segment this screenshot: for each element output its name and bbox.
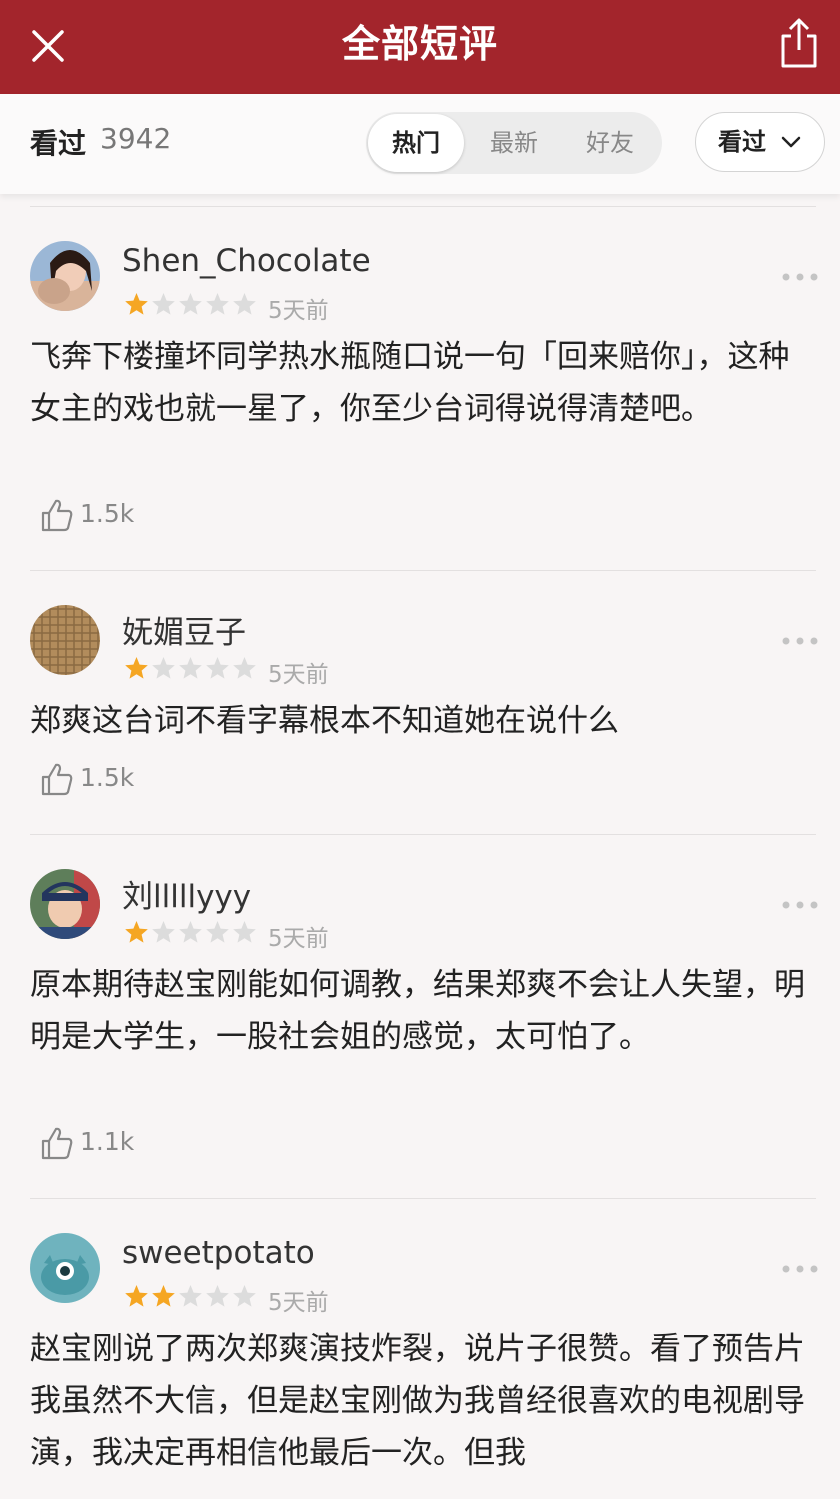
review-date: 5天前: [268, 926, 329, 952]
star-empty-icon: [178, 656, 203, 680]
review-item: Shen_Chocolate 5天前 飞奔下楼撞坏同学热水瓶随口说一句「回来赔你…: [0, 207, 840, 570]
top-bar: 全部短评: [0, 0, 840, 94]
share-icon[interactable]: [778, 16, 820, 70]
like-count: 1.5k: [80, 763, 135, 792]
tab-latest[interactable]: 最新: [466, 112, 562, 174]
thumbs-up-icon: [41, 763, 73, 796]
more-icon[interactable]: [780, 271, 820, 283]
tab-hot[interactable]: 热门: [368, 114, 464, 172]
star-empty-icon: [232, 656, 257, 680]
star-filled-icon: [124, 1284, 149, 1308]
thumbs-up-icon: [41, 1127, 73, 1160]
rating-stars: [124, 292, 259, 316]
more-icon[interactable]: [780, 899, 820, 911]
review-list: Shen_Chocolate 5天前 飞奔下楼撞坏同学热水瓶随口说一句「回来赔你…: [0, 206, 840, 1499]
star-empty-icon: [232, 920, 257, 944]
avatar[interactable]: [30, 241, 100, 311]
star-empty-icon: [178, 292, 203, 316]
star-filled-icon: [151, 1284, 176, 1308]
star-empty-icon: [151, 920, 176, 944]
review-date: 5天前: [268, 662, 329, 688]
username[interactable]: 妩媚豆子: [122, 607, 246, 652]
rating-stars: [124, 656, 259, 680]
status-dropdown[interactable]: 看过: [695, 112, 825, 172]
filter-bar: 看过 3942 热门 最新 好友 看过: [0, 94, 840, 194]
star-empty-icon: [178, 920, 203, 944]
username[interactable]: 刘lllllyyy: [122, 871, 251, 916]
star-empty-icon: [232, 292, 257, 316]
review-text: 赵宝刚说了两次郑爽演技炸裂，说片子很赞。看了预告片我虽然不大信，但是赵宝刚做为我…: [30, 1331, 805, 1471]
star-empty-icon: [178, 1284, 203, 1308]
star-filled-icon: [124, 656, 149, 680]
avatar[interactable]: [30, 605, 100, 675]
avatar[interactable]: [30, 1233, 100, 1303]
review-text: 原本期待赵宝刚能如何调教，结果郑爽不会让人失望，明明是大学生，一股社会姐的感觉，…: [30, 967, 805, 1055]
star-empty-icon: [205, 656, 230, 680]
star-empty-icon: [151, 292, 176, 316]
rating-stars: [124, 920, 259, 944]
star-empty-icon: [205, 920, 230, 944]
star-empty-icon: [205, 292, 230, 316]
more-icon[interactable]: [780, 635, 820, 647]
review-item: 刘lllllyyy 5天前 原本期待赵宝刚能如何调教，结果郑爽不会让人失望，明明…: [0, 835, 840, 1198]
star-empty-icon: [205, 1284, 230, 1308]
review-item: sweetpotato 5天前 赵宝刚说了两次郑爽演技炸裂，说片子很赞。看了预告…: [0, 1199, 840, 1499]
chevron-down-icon: [781, 136, 801, 148]
username[interactable]: sweetpotato: [122, 1235, 315, 1271]
thumbs-up-icon: [41, 499, 73, 532]
like-count: 1.1k: [80, 1127, 135, 1156]
review-date: 5天前: [268, 298, 329, 324]
star-filled-icon: [124, 920, 149, 944]
tab-friends[interactable]: 好友: [562, 112, 658, 174]
rating-stars: [124, 1284, 259, 1308]
watched-count-value: 3942: [100, 122, 172, 155]
more-icon[interactable]: [780, 1263, 820, 1275]
like-count: 1.5k: [80, 499, 135, 528]
watched-count-label: 看过: [30, 127, 87, 160]
page-title: 全部短评: [341, 22, 498, 66]
star-empty-icon: [232, 1284, 257, 1308]
status-dropdown-label: 看过: [718, 128, 766, 156]
avatar[interactable]: [30, 869, 100, 939]
review-date: 5天前: [268, 1290, 329, 1316]
review-text: 郑爽这台词不看字幕根本不知道她在说什么: [30, 703, 619, 739]
review-text: 飞奔下楼撞坏同学热水瓶随口说一句「回来赔你」，这种女主的戏也就一星了，你至少台词…: [30, 339, 790, 427]
sort-segmented-control: 热门 最新 好友: [366, 112, 662, 174]
star-empty-icon: [151, 656, 176, 680]
star-filled-icon: [124, 292, 149, 316]
username[interactable]: Shen_Chocolate: [122, 243, 371, 279]
review-item: 妩媚豆子 5天前 郑爽这台词不看字幕根本不知道她在说什么 1.5k: [0, 571, 840, 834]
